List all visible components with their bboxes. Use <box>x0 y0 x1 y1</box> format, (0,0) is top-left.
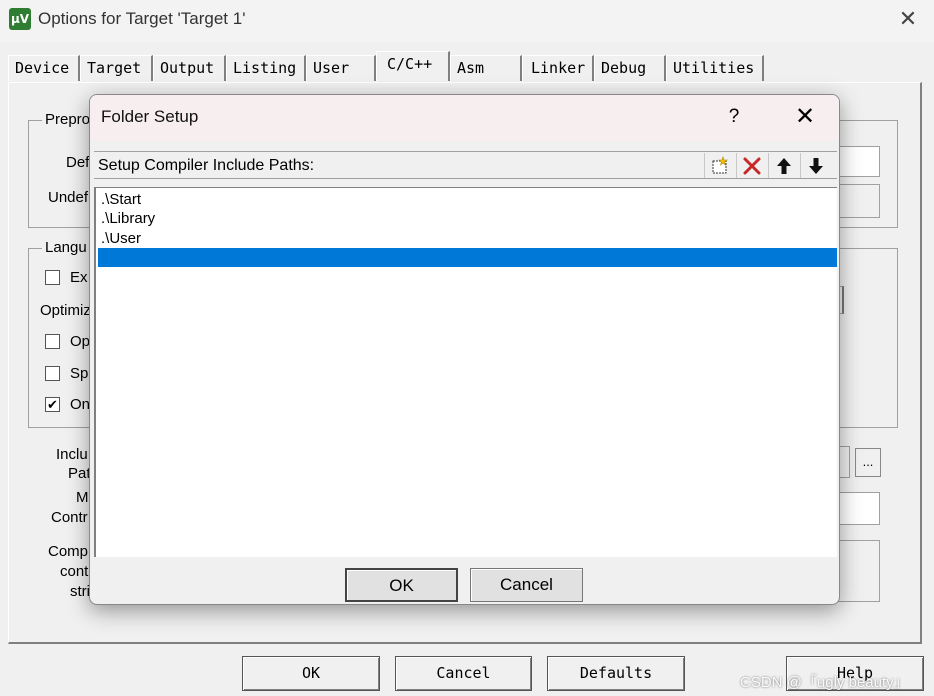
arrow-up-icon <box>777 158 791 174</box>
include-paths-header-label: Setup Compiler Include Paths: <box>98 157 315 174</box>
undefine-label: Undef <box>48 189 89 206</box>
tab-target[interactable]: Target <box>80 55 153 81</box>
define-field[interactable] <box>836 146 880 177</box>
ex-option-label: Ex <box>70 269 88 286</box>
compiler-control-label-3: stri <box>70 583 90 600</box>
arrow-down-icon <box>809 158 823 174</box>
tab-device[interactable]: Device <box>8 55 80 81</box>
language-group-label: Langu <box>42 239 90 256</box>
misc-controls-label-2: Contr <box>51 509 88 526</box>
preprocessor-group-label: Prepro <box>42 111 94 128</box>
on-option-label: On <box>70 396 91 413</box>
new-path-button[interactable] <box>704 153 734 178</box>
tab-listing[interactable]: Listing <box>226 55 306 81</box>
compiler-control-label-2: cont <box>60 563 89 580</box>
keil-app-icon: µV <box>9 8 31 30</box>
tab-asm[interactable]: Asm <box>450 55 522 81</box>
dialog-ok-button[interactable]: OK <box>345 568 458 602</box>
include-paths-browse-button[interactable]: ... <box>855 448 881 477</box>
tab-output[interactable]: Output <box>153 55 226 81</box>
tab-utilities[interactable]: Utilities <box>666 55 764 81</box>
dialog-close-button[interactable]: ✕ <box>790 103 820 131</box>
dialog-title: Folder Setup <box>101 107 199 126</box>
delete-path-button[interactable] <box>736 153 766 178</box>
on-checkbox[interactable]: ✔ <box>45 397 60 412</box>
cancel-button[interactable]: Cancel <box>395 656 532 691</box>
define-label: Def <box>66 154 90 171</box>
include-paths-list[interactable]: .\Start .\Library .\User <box>94 187 837 557</box>
optimization-label: Optimiz <box>40 302 91 319</box>
new-folder-icon <box>712 156 728 174</box>
tab-user[interactable]: User <box>306 55 376 81</box>
include-paths-header: Setup Compiler Include Paths: <box>94 151 837 179</box>
tab-c-cpp[interactable]: C/C++ <box>376 51 450 81</box>
list-item-selected-new-entry[interactable] <box>98 248 837 267</box>
misc-controls-label-1: M <box>76 489 89 506</box>
window-titlebar: µV Options for Target 'Target 1' ✕ <box>0 0 934 42</box>
op-checkbox[interactable] <box>45 334 60 349</box>
list-item[interactable]: .\User <box>98 229 837 248</box>
include-paths-label-1: Inclu <box>56 446 88 463</box>
delete-icon <box>743 157 761 175</box>
undefine-field[interactable] <box>836 184 880 218</box>
dialog-titlebar: Folder Setup ? ✕ <box>90 95 839 141</box>
tab-debug[interactable]: Debug <box>594 55 666 81</box>
move-up-button[interactable] <box>768 153 798 178</box>
sp-checkbox[interactable] <box>45 366 60 381</box>
list-item[interactable]: .\Library <box>98 209 837 228</box>
compiler-control-label-1: Comp <box>48 543 89 560</box>
op-option-label: Op <box>70 333 91 350</box>
tab-linker[interactable]: Linker <box>522 55 594 81</box>
ok-button[interactable]: OK <box>242 656 380 691</box>
options-tabstrip: Device Target Output Listing User C/C++ … <box>8 51 768 83</box>
window-title: Options for Target 'Target 1' <box>38 9 246 28</box>
defaults-button[interactable]: Defaults <box>547 656 685 691</box>
dialog-cancel-button[interactable]: Cancel <box>470 568 583 602</box>
csdn-watermark: CSDN @「ugly beauty」 <box>740 674 909 691</box>
misc-controls-field[interactable] <box>838 492 880 525</box>
include-paths-label-2: Pat <box>68 465 91 482</box>
folder-setup-dialog: Folder Setup ? ✕ Setup Compiler Include … <box>89 94 840 605</box>
compiler-control-string-field <box>838 540 880 602</box>
list-item[interactable]: .\Start <box>98 190 837 209</box>
dialog-help-button[interactable]: ? <box>722 104 746 130</box>
window-close-button[interactable]: ✕ <box>895 6 921 32</box>
ex-checkbox[interactable] <box>45 270 60 285</box>
move-down-button[interactable] <box>800 153 830 178</box>
sp-option-label: Sp <box>70 365 89 382</box>
